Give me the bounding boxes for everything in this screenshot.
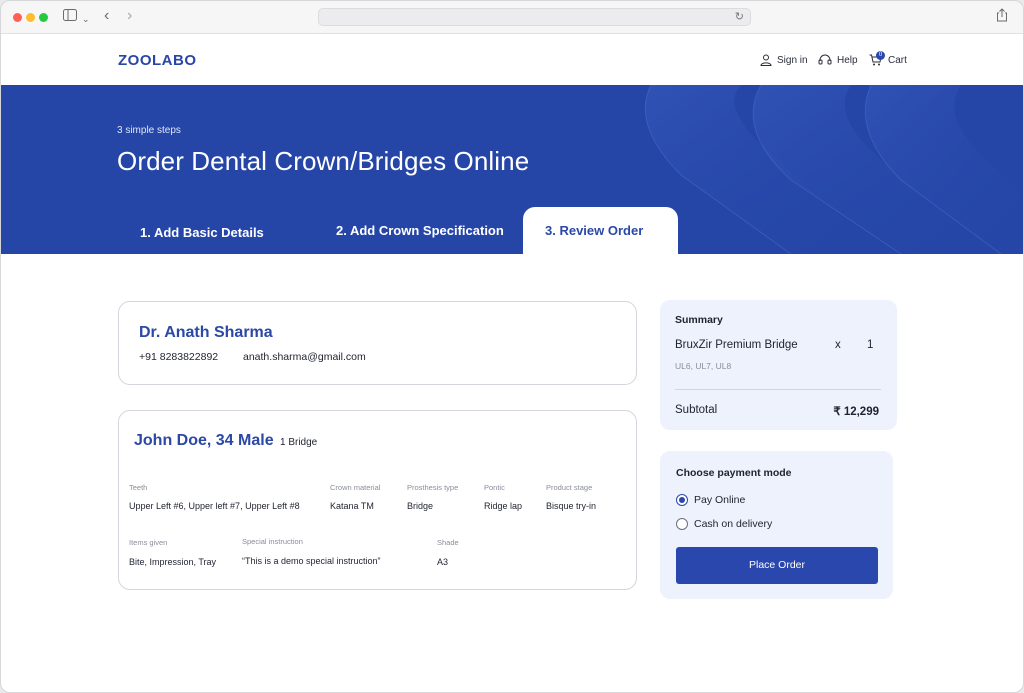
subtotal-label: Subtotal [675,404,718,416]
order-summary-panel: Summary BruxZir Premium Bridge x 1 UL6, … [660,300,897,430]
cart-count-badge: 0 [876,51,885,60]
payment-title: Choose payment mode [676,467,792,479]
product-stage-label: Product stage [546,483,593,492]
minimize-window-button[interactable] [26,13,35,22]
summary-divider [675,389,881,390]
summary-quantity: 1 [867,339,874,351]
browser-toolbar: ⌄ ‹ › ↻ [1,1,1023,34]
doctor-email: anath.sharma@gmail.com [243,351,366,363]
cash-on-delivery-radio[interactable] [676,518,688,530]
site-header: ZOOLABO Sign in Help 0 Cart [1,34,1023,85]
sidebar-icon[interactable] [63,9,77,25]
summary-item-name: BruxZir Premium Bridge [675,339,798,351]
page-title: Order Dental Crown/Bridges Online [117,146,530,176]
tab-review-order[interactable]: 3. Review Order [523,207,678,254]
tab-add-crown-specification[interactable]: 2. Add Crown Specification [336,223,504,238]
cash-on-delivery-option[interactable]: Cash on delivery [676,518,772,530]
prosthesis-type-value: Bridge [407,501,434,511]
prosthesis-count: 1 Bridge [280,437,318,448]
cart-link[interactable]: 0 Cart [869,51,907,66]
hero-subtitle: 3 simple steps [117,125,181,136]
summary-teeth: UL6, UL7, UL8 [675,361,732,371]
pay-online-option[interactable]: Pay Online [676,494,745,506]
sign-in-label: Sign in [777,54,808,66]
summary-title: Summary [675,314,723,326]
cash-on-delivery-label: Cash on delivery [694,518,773,530]
subtotal-value: ₹ 12,299 [833,406,879,418]
help-link[interactable]: Help [818,54,858,66]
place-order-button[interactable]: Place Order [676,547,878,584]
pay-online-label: Pay Online [694,494,746,506]
summary-multiplier: x [835,339,841,351]
patient-name: John Doe, 34 Male [134,432,274,449]
address-bar[interactable]: ↻ [318,8,751,26]
crown-material-value: Katana TM [330,501,374,511]
help-label: Help [837,54,858,66]
logo[interactable]: ZOOLABO [118,52,197,69]
pontic-label: Pontic [484,483,505,492]
zoom-window-button[interactable] [39,13,48,22]
crown-material-label: Crown material [330,483,381,492]
share-icon[interactable] [996,8,1008,26]
special-instruction-value: “This is a demo special instruction” [242,556,381,566]
payment-panel: Choose payment mode Pay Online Cash on d… [660,451,893,599]
chevron-down-icon[interactable]: ⌄ [82,11,90,27]
sign-in-link[interactable]: Sign in [760,54,808,66]
tab-add-basic-details[interactable]: 1. Add Basic Details [140,225,264,240]
teeth-label: Teeth [129,483,148,492]
pontic-value: Ridge lap [484,501,523,511]
doctor-name: Dr. Anath Sharma [139,324,273,341]
doctor-card: Dr. Anath Sharma +91 8283822892 anath.sh… [118,301,637,385]
shade-value: A3 [437,557,449,567]
pay-online-radio[interactable] [676,494,688,506]
product-stage-value: Bisque try-in [546,501,597,511]
shade-label: Shade [437,538,459,547]
doctor-phone: +91 8283822892 [139,351,219,363]
prosthesis-type-label: Prosthesis type [407,483,459,492]
chevron-right-icon[interactable]: › [127,8,132,24]
patient-card: John Doe, 34 Male 1 Bridge Teeth Upper L… [118,410,637,590]
close-window-button[interactable] [13,13,22,22]
hero-banner: 3 simple steps Order Dental Crown/Bridge… [1,85,1023,254]
teeth-value: Upper Left #6, Upper left #7, Upper Left… [129,501,300,511]
reload-icon[interactable]: ↻ [735,10,744,23]
chevron-left-icon[interactable]: ‹ [104,8,109,24]
browser-window: ⌄ ‹ › ↻ ZOOLABO Sign in Help 0 Cart 3 si… [0,0,1024,693]
cart-label: Cart [888,54,907,66]
headset-icon [818,54,832,65]
special-instruction-label: Special instruction [242,537,303,546]
items-given-value: Bite, Impression, Tray [129,557,217,567]
user-icon [760,54,772,66]
items-given-label: Items given [129,538,168,547]
